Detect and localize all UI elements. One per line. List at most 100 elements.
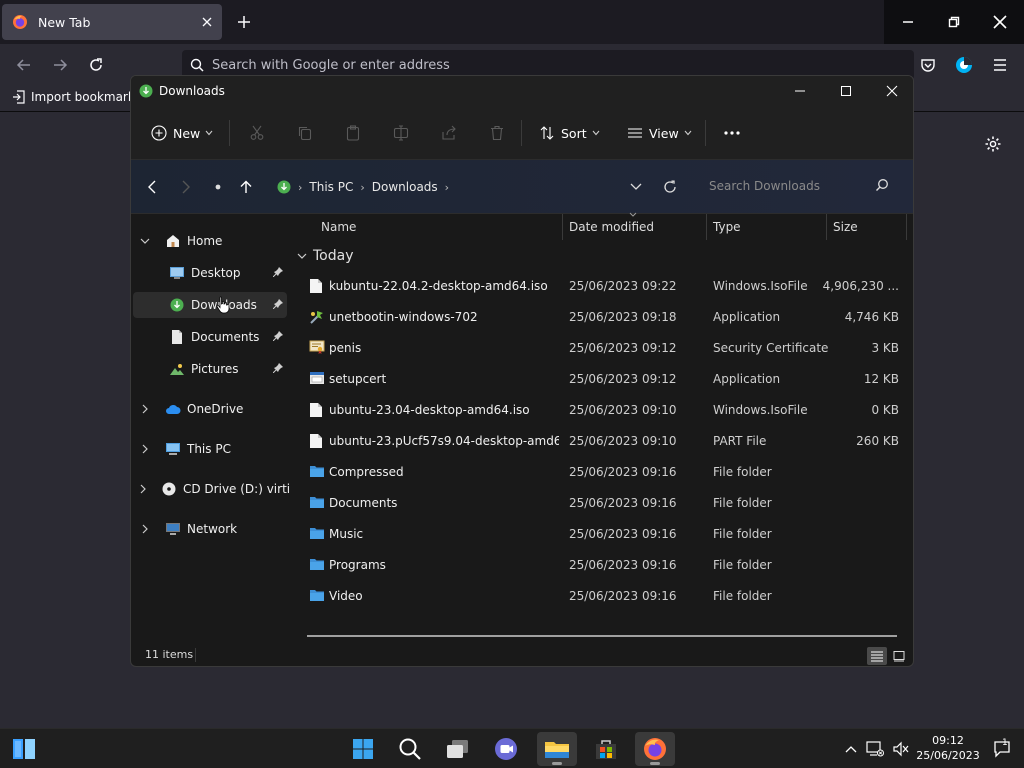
- task-view-button[interactable]: [438, 732, 478, 766]
- network-status-icon[interactable]: [866, 740, 884, 758]
- sort-button[interactable]: Sort: [539, 122, 600, 144]
- nav-item-pictures[interactable]: Pictures: [133, 356, 287, 382]
- delete-button[interactable]: [489, 122, 505, 144]
- nav-item-cd-drive[interactable]: CD Drive (D:) virtio-w: [139, 476, 289, 502]
- running-indicator: [552, 762, 562, 765]
- download-icon: [139, 84, 153, 98]
- file-row[interactable]: Music 25/06/2023 09:16 File folder: [305, 518, 901, 549]
- column-header-type[interactable]: Type: [713, 220, 741, 234]
- nav-item-downloads[interactable]: Downloads: [133, 292, 287, 318]
- pin-icon[interactable]: [273, 267, 283, 277]
- newtab-settings-gear-icon[interactable]: [981, 132, 1005, 156]
- file-row[interactable]: Programs 25/06/2023 09:16 File folder: [305, 549, 901, 580]
- notification-center-icon[interactable]: 1: [992, 738, 1014, 758]
- firefox-tab-new-tab[interactable]: New Tab: [2, 4, 222, 40]
- file-row[interactable]: Compressed 25/06/2023 09:16 File folder: [305, 456, 901, 487]
- breadcrumb-this-pc[interactable]: This PC: [309, 180, 353, 194]
- column-divider[interactable]: [562, 214, 563, 240]
- forward-icon[interactable]: [177, 178, 195, 196]
- nav-item-desktop[interactable]: Desktop: [133, 260, 287, 286]
- nav-item-home[interactable]: Home: [139, 228, 289, 254]
- details-view-icon[interactable]: [867, 647, 887, 665]
- reload-icon[interactable]: [84, 53, 108, 77]
- file-row[interactable]: setupcert 25/06/2023 09:12 Application 12 K…: [305, 363, 901, 394]
- folder-icon: [309, 557, 325, 573]
- explorer-maximize-icon[interactable]: [837, 82, 855, 100]
- notification-count-badge: 1: [1002, 738, 1008, 748]
- column-header-name[interactable]: Name: [321, 220, 356, 234]
- horizontal-scrollbar[interactable]: [307, 635, 897, 637]
- column-header-size[interactable]: Size: [833, 220, 858, 234]
- forward-arrow-icon[interactable]: [48, 53, 72, 77]
- import-bookmarks-button[interactable]: Import bookmarks: [12, 90, 141, 104]
- column-divider[interactable]: [906, 214, 907, 240]
- explorer-close-icon[interactable]: [883, 82, 901, 100]
- microsoft-store-button[interactable]: [586, 732, 626, 766]
- pin-icon[interactable]: [273, 331, 283, 341]
- tiles-view-icon[interactable]: [889, 647, 909, 665]
- item-count: 11 items: [145, 648, 194, 661]
- nav-item-documents[interactable]: Documents: [133, 324, 287, 350]
- breadcrumb[interactable]: › This PC › Downloads ›: [277, 178, 456, 196]
- file-explorer-taskbar-button[interactable]: [537, 732, 577, 766]
- column-header-date[interactable]: Date modified: [569, 220, 654, 234]
- clock[interactable]: 09:12 25/06/2023: [912, 733, 984, 763]
- group-header-today[interactable]: Today: [297, 248, 354, 264]
- back-icon[interactable]: [143, 178, 161, 196]
- file-name: Video: [329, 589, 363, 603]
- nav-item-network[interactable]: Network: [139, 516, 289, 542]
- search-button[interactable]: [390, 732, 430, 766]
- file-row[interactable]: ubuntu-23.04-desktop-amd64.iso 25/06/2023…: [305, 394, 901, 425]
- column-divider[interactable]: [706, 214, 707, 240]
- hamburger-menu-icon[interactable]: [988, 53, 1012, 77]
- teams-chat-button[interactable]: [486, 732, 526, 766]
- file-name: Documents: [329, 496, 398, 510]
- show-hidden-icons-chevron-icon[interactable]: [842, 740, 860, 758]
- file-row[interactable]: Documents 25/06/2023 09:16 File folder: [305, 487, 901, 518]
- share-button[interactable]: [441, 122, 457, 144]
- explorer-minimize-icon[interactable]: [791, 82, 809, 100]
- refresh-icon[interactable]: [661, 178, 679, 196]
- account-icon[interactable]: [952, 53, 976, 77]
- file-size: 4,906,230 ...: [822, 279, 899, 293]
- firefox-close-icon[interactable]: [988, 10, 1012, 34]
- address-history-chevron-icon[interactable]: [627, 178, 645, 196]
- copy-button[interactable]: [297, 122, 313, 144]
- close-tab-icon[interactable]: [202, 17, 212, 27]
- blank-file-icon: [309, 402, 325, 418]
- file-row[interactable]: ubuntu-23.pUcf57s9.04-desktop-amd64.is..…: [305, 425, 901, 456]
- file-type: Windows.IsoFile: [713, 279, 808, 293]
- start-button[interactable]: [343, 732, 383, 766]
- explorer-titlebar[interactable]: Downloads: [131, 76, 913, 106]
- breadcrumb-downloads[interactable]: Downloads: [372, 180, 438, 194]
- search-input[interactable]: Search Downloads: [701, 172, 901, 200]
- share-icon: [441, 125, 457, 141]
- up-arrow-icon[interactable]: [237, 178, 255, 196]
- file-row[interactable]: kubuntu-22.04.2-desktop-amd64.iso 25/06/2…: [305, 270, 901, 301]
- file-row[interactable]: Video 25/06/2023 09:16 File folder: [305, 580, 901, 611]
- firefox-minimize-icon[interactable]: [896, 10, 920, 34]
- file-type: File folder: [713, 465, 772, 479]
- pin-icon[interactable]: [273, 299, 283, 309]
- paste-button[interactable]: [345, 122, 361, 144]
- firefox-restore-icon[interactable]: [942, 10, 966, 34]
- view-button[interactable]: View: [627, 122, 692, 144]
- volume-muted-icon[interactable]: [892, 740, 910, 758]
- back-arrow-icon[interactable]: [12, 53, 36, 77]
- new-tab-plus-icon[interactable]: [232, 10, 256, 34]
- more-options-button[interactable]: [723, 122, 741, 144]
- widgets-button[interactable]: [4, 732, 44, 766]
- new-button[interactable]: New: [151, 122, 213, 144]
- file-row[interactable]: penis 25/06/2023 09:12 Security Certificat…: [305, 332, 901, 363]
- cut-button[interactable]: [249, 122, 265, 144]
- file-type: File folder: [713, 527, 772, 541]
- column-divider[interactable]: [826, 214, 827, 240]
- file-row[interactable]: unetbootin-windows-702 25/06/2023 09:18 Ap…: [305, 301, 901, 332]
- pin-icon[interactable]: [273, 363, 283, 373]
- nav-item-onedrive[interactable]: OneDrive: [139, 396, 289, 422]
- firefox-taskbar-button[interactable]: [635, 732, 675, 766]
- nav-item-this-pc[interactable]: This PC: [139, 436, 289, 462]
- pocket-icon[interactable]: [916, 53, 940, 77]
- rename-button[interactable]: [393, 122, 409, 144]
- recent-locations-icon[interactable]: [209, 178, 227, 196]
